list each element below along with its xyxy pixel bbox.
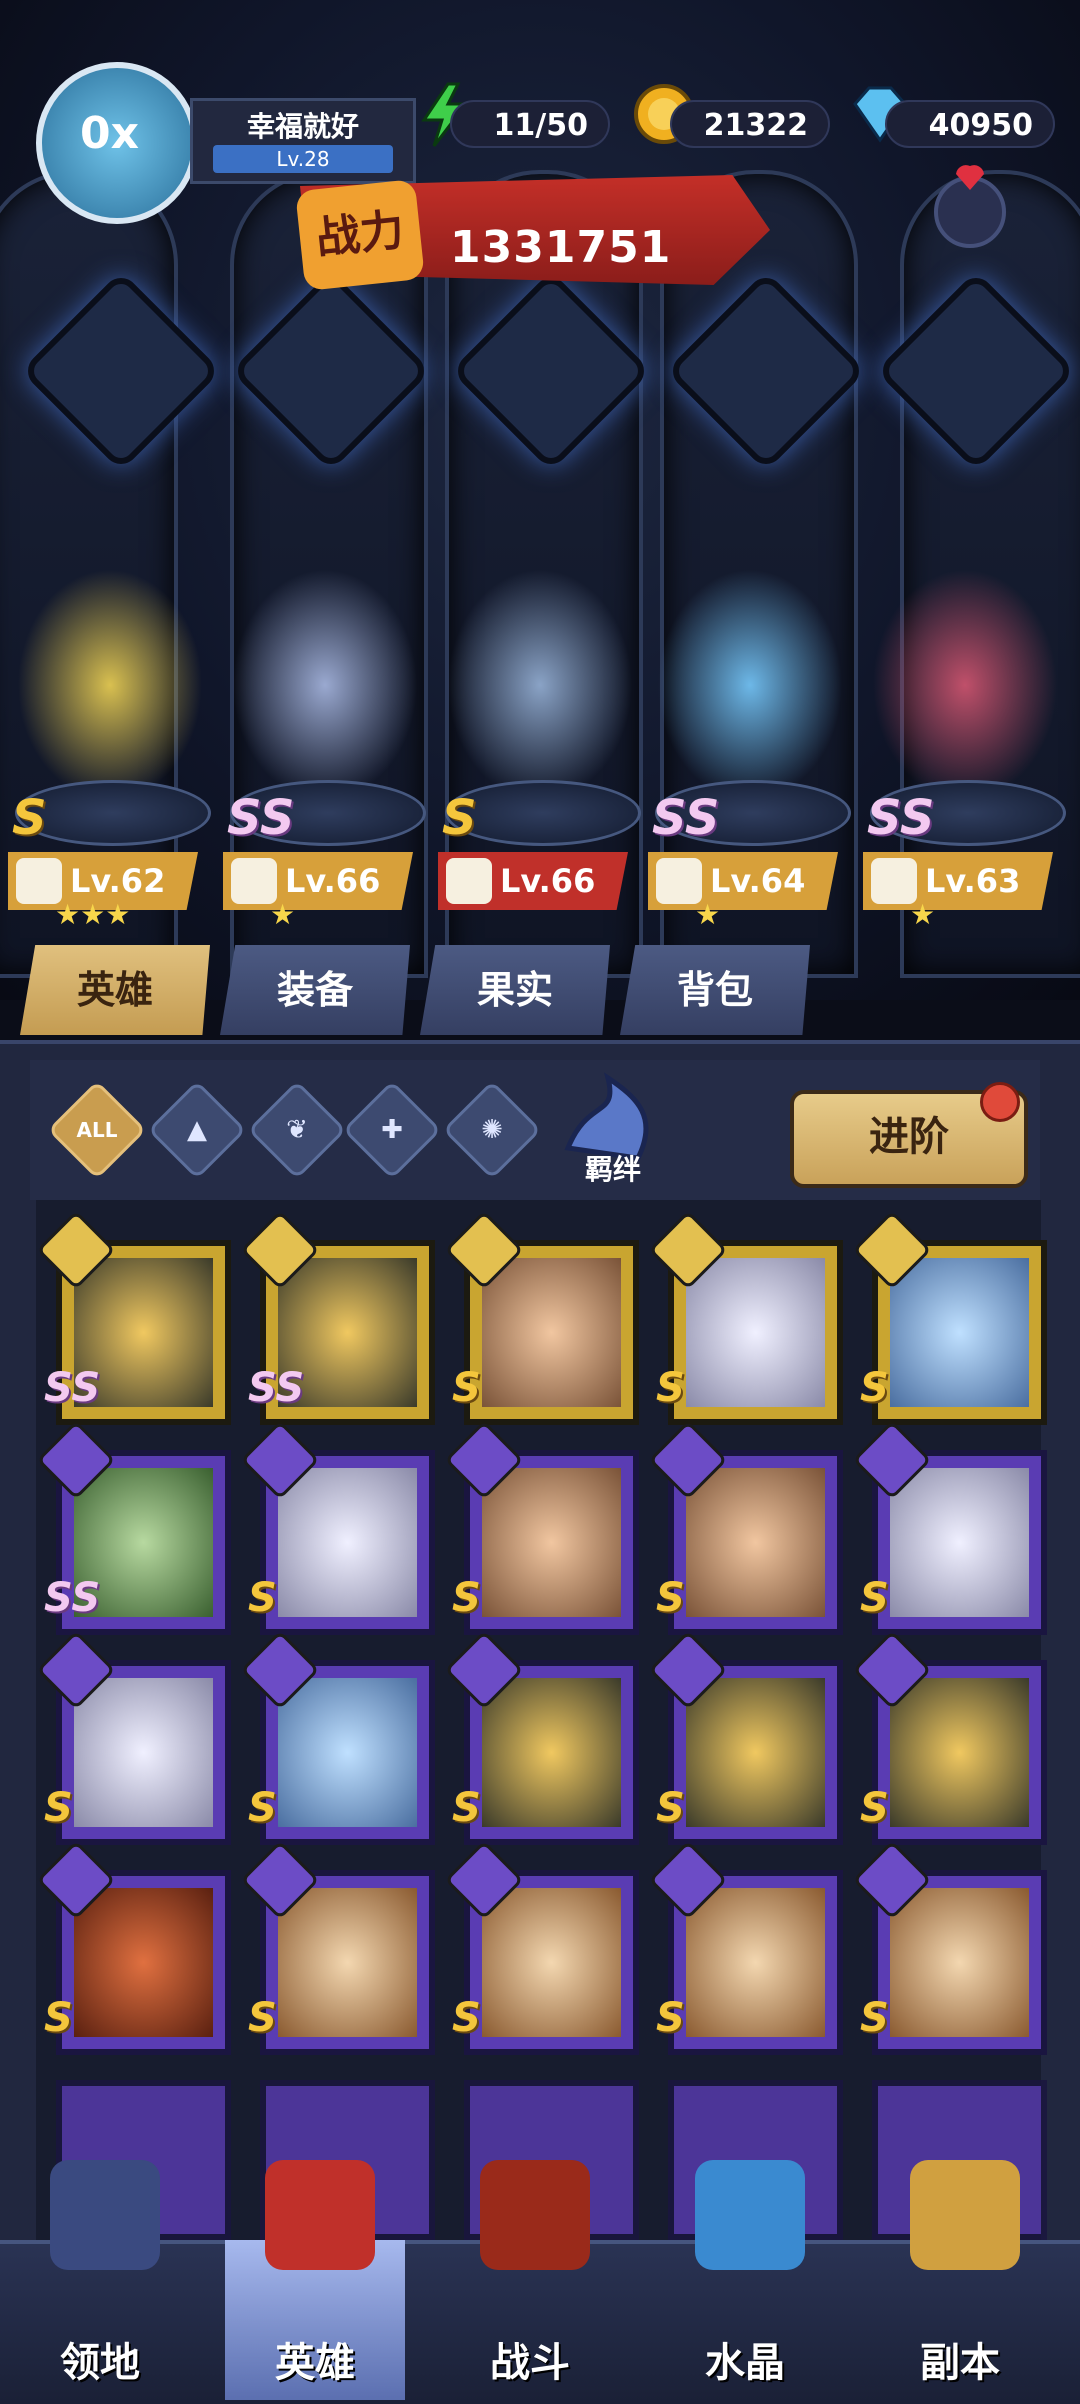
nav-heroes[interactable]: 英雄 [225,2160,405,2400]
nav-label: 战斗 [490,2340,570,2386]
nav-crystal[interactable]: 水晶 [655,2160,835,2400]
hero-level-tag: Lv.66 [223,852,413,910]
card-rank: S [860,1995,889,2041]
card-rank: S [452,1365,481,1411]
diamond-counter[interactable]: 40950 [885,100,1055,148]
energy-counter[interactable]: 11/50 [450,100,610,148]
hero-rank: SS [867,790,935,846]
hero-portrait [686,1888,825,2037]
crystal-icon [695,2160,805,2270]
card-rank: S [656,1365,685,1411]
gold-counter[interactable]: 21322 [670,100,830,148]
hero-rank: SS [227,790,295,846]
hero-portrait [686,1468,825,1617]
hero-level: Lv.64 [710,862,806,900]
card-rank: S [860,1575,889,1621]
hero-portrait [74,1888,213,2037]
card-rank: S [656,1575,685,1621]
hero-portrait [278,1888,417,2037]
hero-portrait [482,1258,621,1407]
hero-level: Lv.63 [925,862,1021,900]
card-rank: S [656,1785,685,1831]
hero-stars: ★ [270,898,296,931]
hero-level: Lv.62 [70,862,166,900]
card-rank: S [452,1785,481,1831]
hero-portrait [686,1678,825,1827]
wrench-icon: ✚ [381,1115,403,1145]
hero-portrait [890,1258,1029,1407]
castle-icon [50,2160,160,2270]
hero-portrait [74,1678,213,1827]
hero-rank: S [442,790,477,846]
card-rank: S [656,1995,685,2041]
nav-label: 领地 [60,2340,140,2386]
hero-portrait [482,1888,621,2037]
hero-level-tag: Lv.66 [438,852,628,910]
hero-portrait [482,1678,621,1827]
hero-level: Lv.66 [285,862,381,900]
hero-level-tag: Lv.64 [648,852,838,910]
filter-all-label: ALL [76,1118,118,1142]
mage-icon: ▲ [187,1115,207,1145]
card-rank: S [452,1995,481,2041]
hero-stars: ★ [695,898,721,931]
hero-portrait [890,1888,1029,2037]
player-level: Lv.28 [213,145,393,173]
card-rank: S [452,1575,481,1621]
nav-battle[interactable]: 战斗 [440,2160,620,2400]
beast-icon: ✺ [481,1115,503,1145]
player-name: 幸福就好 [246,110,359,143]
power-value: 1331751 [450,222,672,273]
battle-shield-icon [480,2160,590,2270]
hero-rank: S [12,790,47,846]
card-rank: S [248,1575,277,1621]
lineup-hero[interactable] [225,560,425,810]
hero-portrait [278,1468,417,1617]
hero-stars: ★ [910,898,936,931]
card-rank: S [248,1995,277,2041]
wrench-icon [446,858,492,904]
affinity-heart-icon[interactable] [920,150,1020,250]
bond-label[interactable]: 羁绊 [548,1148,678,1188]
hero-grid: SS SS S S S SS S S S S S S S S S S S S S S [36,1200,1047,2240]
wing-icon: ❦ [286,1115,308,1145]
hero-portrait [686,1258,825,1407]
hero-level: Lv.66 [500,862,596,900]
notification-dot [980,1082,1020,1122]
hero-stars: ★★★ [55,898,131,931]
tab-heroes[interactable]: 英雄 [20,945,210,1035]
card-rank: SS [44,1575,101,1621]
nav-dungeon[interactable]: 副本 [870,2160,1050,2400]
lineup-hero[interactable] [650,560,850,810]
hero-portrait [278,1678,417,1827]
card-rank: S [44,1785,73,1831]
hero-level-tag: Lv.63 [863,852,1053,910]
hero-portrait [890,1468,1029,1617]
avatar-badge: 0x [80,108,139,159]
card-rank: SS [248,1365,305,1411]
hero-portrait [890,1678,1029,1827]
lineup-hero[interactable] [865,560,1065,810]
card-rank: S [44,1995,73,2041]
nav-label: 水晶 [705,2340,785,2386]
card-rank: S [860,1785,889,1831]
hero-rank: SS [652,790,720,846]
hero-portrait [482,1468,621,1617]
tab-backpack[interactable]: 背包 [620,945,810,1035]
nav-label: 英雄 [275,2340,355,2386]
lineup-hero[interactable] [10,560,210,810]
card-rank: S [248,1785,277,1831]
card-rank: S [860,1365,889,1411]
player-info[interactable]: 幸福就好 Lv.28 [190,98,416,184]
lineup-hero[interactable] [440,560,640,810]
tab-fruits[interactable]: 果实 [420,945,610,1035]
dungeon-portal-icon [910,2160,1020,2270]
power-label: 战力 [295,179,425,291]
hero-hat-icon [265,2160,375,2270]
nav-label: 副本 [920,2340,1000,2386]
tab-equipment[interactable]: 装备 [220,945,410,1035]
player-avatar[interactable]: 0x [36,62,198,224]
card-rank: SS [44,1365,101,1411]
nav-territory[interactable]: 领地 [10,2160,190,2400]
